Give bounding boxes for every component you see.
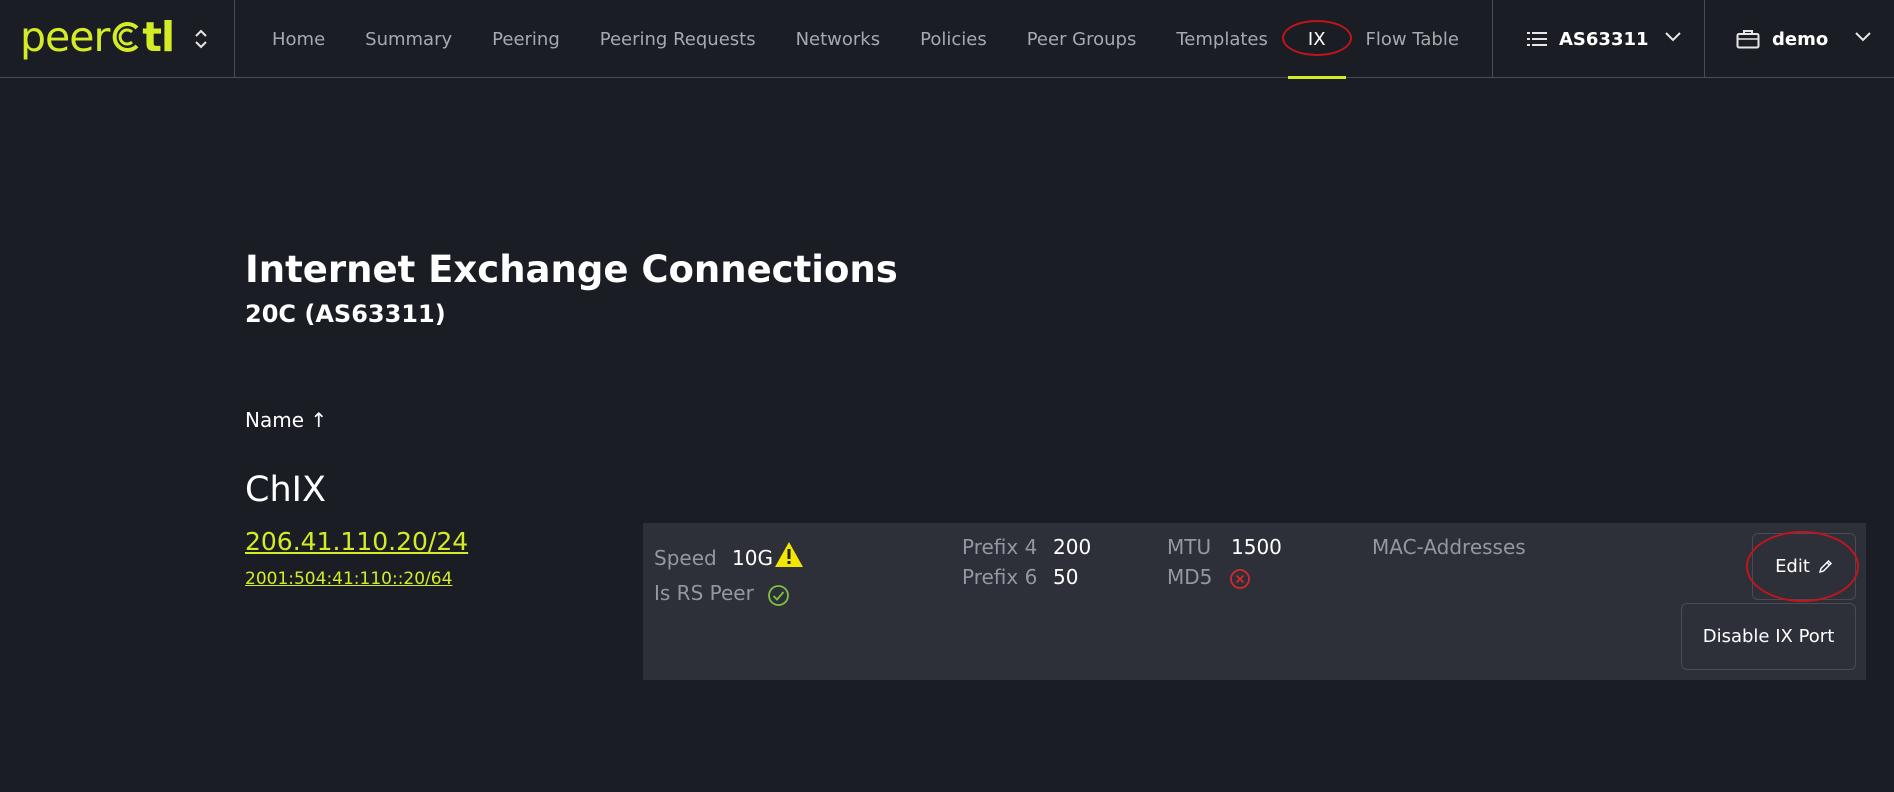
- logo-text-peer: peer: [20, 13, 110, 61]
- nav-peer-groups-label: Peer Groups: [1026, 28, 1137, 50]
- speed-value: 10G: [732, 546, 773, 570]
- sort-by-name-header[interactable]: Name ↑: [245, 408, 327, 432]
- nav-peering[interactable]: Peering: [472, 0, 580, 78]
- mtu-value: 1500: [1231, 535, 1282, 559]
- nav-peering-requests[interactable]: Peering Requests: [580, 0, 776, 78]
- ix-name: ChIX: [245, 470, 326, 510]
- chevron-down-icon: [1665, 32, 1681, 42]
- nav-networks[interactable]: Networks: [776, 0, 901, 78]
- x-circle-icon: [1230, 569, 1250, 589]
- nav-policies[interactable]: Policies: [900, 0, 1007, 78]
- ipv4-address-link[interactable]: 206.41.110.20/24: [245, 527, 468, 556]
- nav-ix-highlight-circle: [1281, 20, 1352, 56]
- check-circle-icon: [768, 585, 789, 606]
- prefix6-value: 50: [1053, 565, 1079, 589]
- org-selector-label: demo: [1772, 28, 1829, 50]
- nav-peer-groups[interactable]: Peer Groups: [1007, 0, 1157, 78]
- nav-summary-label: Summary: [365, 28, 453, 50]
- disable-ix-port-button[interactable]: Disable IX Port: [1681, 603, 1856, 670]
- nav-networks-label: Networks: [795, 28, 881, 50]
- peerctl-logo[interactable]: peer tl: [20, 13, 175, 61]
- nav-flow-table[interactable]: Flow Table: [1346, 0, 1479, 78]
- nav-home-label: Home: [272, 28, 326, 50]
- chevron-down-icon: [1855, 32, 1871, 42]
- asn-selector[interactable]: AS63311: [1492, 0, 1705, 78]
- prefix6-label: Prefix 6: [962, 565, 1038, 589]
- brand-area: peer tl: [0, 0, 235, 78]
- speed-label: Speed: [654, 546, 717, 570]
- nav-home[interactable]: Home: [252, 0, 345, 78]
- nav-templates-label: Templates: [1176, 28, 1268, 50]
- page-title: Internet Exchange Connections: [245, 248, 898, 291]
- md5-label: MD5: [1167, 565, 1213, 589]
- pencil-icon: [1818, 560, 1832, 574]
- edit-button-label: Edit: [1775, 556, 1810, 577]
- prefix4-value: 200: [1053, 535, 1092, 559]
- disable-ix-port-label: Disable IX Port: [1702, 626, 1835, 647]
- ipv6-address-link[interactable]: 2001:504:41:110::20/64: [245, 569, 452, 589]
- mac-addresses-label: MAC-Addresses: [1372, 535, 1526, 559]
- nav-peering-requests-label: Peering Requests: [599, 28, 756, 50]
- nav-summary[interactable]: Summary: [345, 0, 472, 78]
- list-icon: [1527, 32, 1547, 46]
- org-selector[interactable]: demo: [1706, 0, 1894, 78]
- main-nav: Home Summary Peering Peering Requests Ne…: [252, 0, 1479, 79]
- edit-button[interactable]: Edit: [1752, 533, 1856, 600]
- nav-policies-label: Policies: [920, 28, 987, 50]
- rs-peer-label: Is RS Peer: [654, 581, 754, 605]
- briefcase-icon: [1736, 30, 1760, 49]
- top-navigation-bar: peer tl Home Summary Peering Peering Req…: [0, 0, 1894, 79]
- nav-templates[interactable]: Templates: [1156, 0, 1288, 78]
- nav-flow-table-label: Flow Table: [1365, 28, 1459, 50]
- prefix4-label: Prefix 4: [962, 535, 1038, 559]
- logo-text-tl: tl: [142, 13, 175, 61]
- warning-icon[interactable]: [774, 541, 804, 568]
- page-subtitle: 20C (AS63311): [245, 300, 446, 328]
- nav-ix[interactable]: IX: [1281, 0, 1352, 79]
- nav-peering-label: Peering: [492, 28, 560, 50]
- logo-text-ctl: tl: [109, 13, 175, 61]
- mtu-label: MTU: [1167, 535, 1212, 559]
- asn-selector-label: AS63311: [1559, 28, 1649, 50]
- logo-c-mark-icon: [113, 22, 139, 52]
- app-switch-chevrons-icon[interactable]: [190, 26, 212, 52]
